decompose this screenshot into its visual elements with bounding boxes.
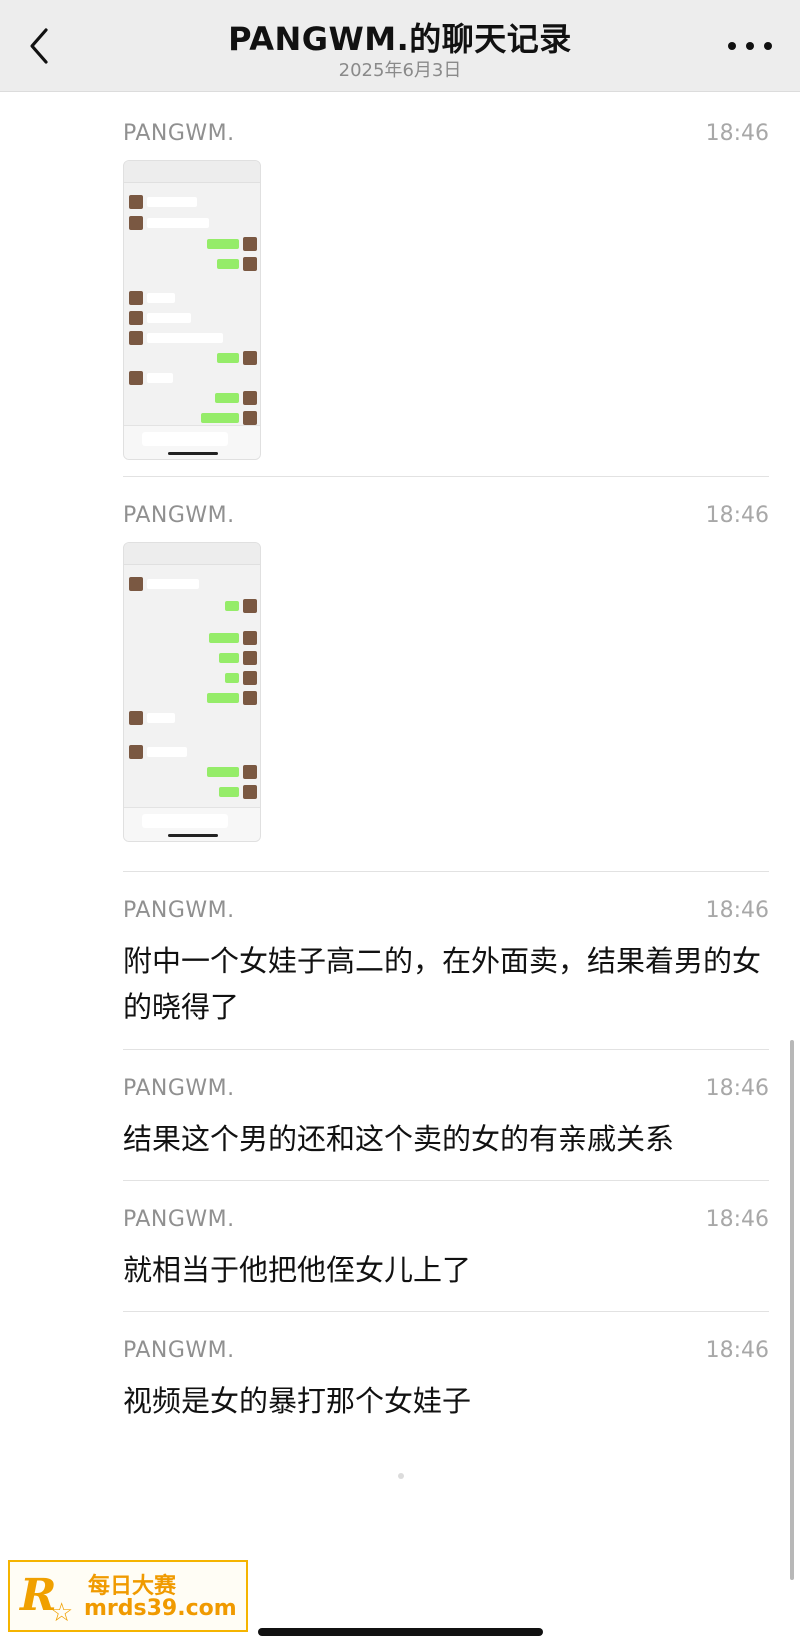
scrollbar[interactable] [790, 1040, 794, 1580]
message-text: 附中一个女娃子高二的，在外面卖，结果着男的女的晓得了 [123, 944, 762, 1024]
list-item[interactable]: PANGWM. 18:46 视频是女的暴打那个女娃子 [123, 1312, 769, 1442]
page-title: PANGWM.的聊天记录 [228, 20, 572, 58]
list-item[interactable]: PANGWM. 18:46 附中一个女娃子高二的，在外面卖，结果着男的女的晓得了 [123, 872, 769, 1049]
sender-name: PANGWM. [123, 1207, 235, 1232]
list-item[interactable]: PANGWM. 18:46 [123, 477, 769, 871]
watermark-url: mrds39.com [84, 1596, 237, 1621]
list-item[interactable]: PANGWM. 18:46 就相当于他把他侄女儿上了 [123, 1181, 769, 1311]
nav-bar: PANGWM.的聊天记录 2025年6月3日 [0, 0, 800, 92]
sender-name: PANGWM. [123, 503, 235, 528]
more-button[interactable] [728, 32, 772, 60]
sender-name: PANGWM. [123, 898, 235, 923]
list-item[interactable]: PANGWM. 18:46 [123, 95, 769, 476]
message-time: 18:46 [705, 1076, 769, 1101]
image-thumbnail[interactable] [123, 542, 261, 842]
page-indicator-dot [398, 1473, 404, 1479]
message-text: 视频是女的暴打那个女娃子 [123, 1384, 472, 1418]
message-time: 18:46 [705, 1338, 769, 1363]
list-item[interactable]: PANGWM. 18:46 结果这个男的还和这个卖的女的有亲戚关系 [123, 1050, 769, 1180]
more-dot-icon [764, 42, 772, 50]
more-dot-icon [728, 42, 736, 50]
image-thumbnail[interactable] [123, 160, 261, 460]
watermark-logo: R ☆ 每日大赛 mrds39.com [8, 1560, 248, 1632]
message-time: 18:46 [705, 503, 769, 528]
page-subtitle-date: 2025年6月3日 [338, 60, 462, 81]
chat-record-list: PANGWM. 18:46 PANGWM. 18:46 PANGWM. 18:4… [123, 95, 769, 1442]
message-time: 18:46 [705, 121, 769, 146]
sender-name: PANGWM. [123, 121, 235, 146]
message-text: 就相当于他把他侄女儿上了 [123, 1253, 472, 1287]
home-indicator[interactable] [258, 1628, 543, 1636]
message-text: 结果这个男的还和这个卖的女的有亲戚关系 [123, 1122, 675, 1156]
sender-name: PANGWM. [123, 1338, 235, 1363]
star-icon: ☆ [50, 1598, 74, 1628]
more-dot-icon [746, 42, 754, 50]
message-time: 18:46 [705, 898, 769, 923]
sender-name: PANGWM. [123, 1076, 235, 1101]
message-time: 18:46 [705, 1207, 769, 1232]
